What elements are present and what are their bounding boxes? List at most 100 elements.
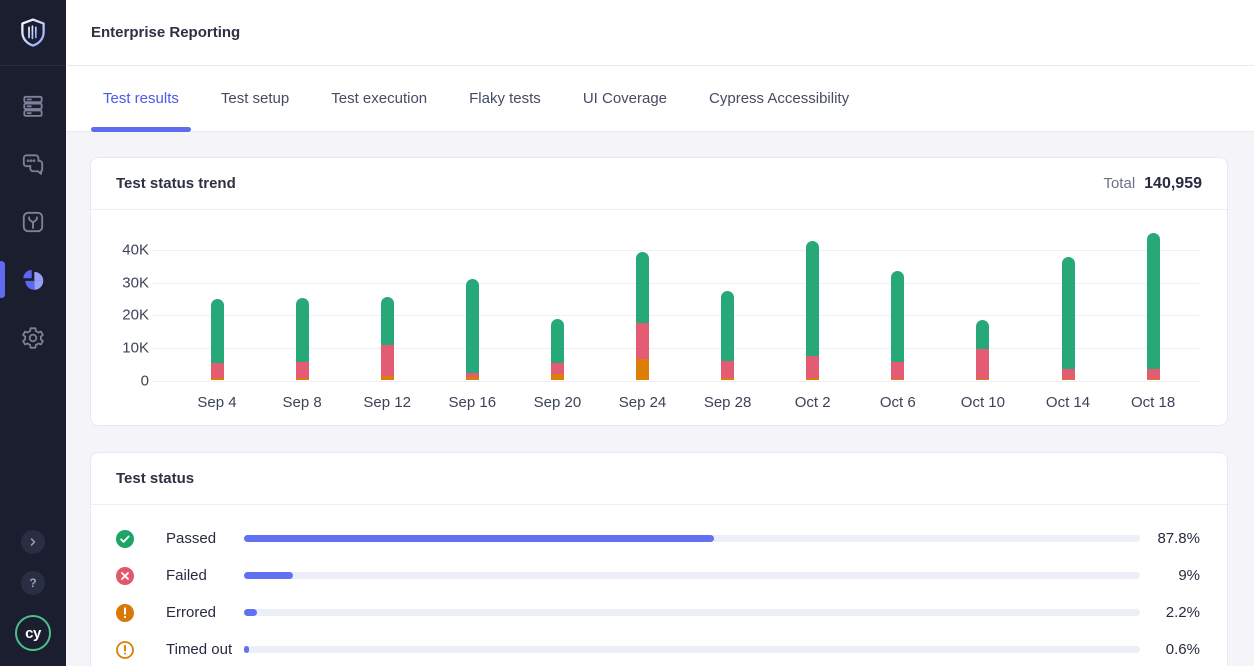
status-label: Timed out bbox=[166, 641, 244, 658]
sidebar: ? cy bbox=[0, 0, 66, 666]
bar-segment-passed bbox=[636, 252, 649, 323]
x-tick-label: Oct 6 bbox=[880, 394, 916, 411]
bar-segment-errored bbox=[636, 359, 649, 381]
trend-bar-sep-12[interactable] bbox=[381, 297, 394, 380]
y-tick-label: 10K bbox=[91, 339, 149, 356]
bar-segment-failed bbox=[721, 361, 734, 378]
gridline bbox=[153, 283, 1199, 284]
bar-segment-errored bbox=[466, 377, 479, 381]
bar-segment-failed bbox=[636, 323, 649, 359]
status-percent: 87.8% bbox=[1140, 530, 1200, 547]
gear-icon bbox=[20, 325, 46, 351]
bar-segment-failed bbox=[211, 363, 224, 378]
x-tick-label: Oct 2 bbox=[795, 394, 831, 411]
trend-bar-oct-6[interactable] bbox=[891, 271, 904, 381]
bar-segment-passed bbox=[296, 298, 309, 362]
status-progress-fill bbox=[244, 609, 257, 616]
status-row-timed-out: Timed out0.6% bbox=[116, 631, 1200, 666]
status-percent: 2.2% bbox=[1140, 604, 1200, 621]
y-tick-label: 30K bbox=[91, 274, 149, 291]
trend-card-title: Test status trend bbox=[116, 175, 236, 192]
trend-bar-oct-18[interactable] bbox=[1147, 233, 1160, 380]
tab-test-results[interactable]: Test results bbox=[91, 66, 191, 131]
total-value: 140,959 bbox=[1144, 175, 1202, 193]
status-label: Passed bbox=[166, 530, 244, 547]
tab-flaky-tests[interactable]: Flaky tests bbox=[457, 66, 553, 131]
status-row-failed: Failed9% bbox=[116, 557, 1200, 594]
bar-segment-passed bbox=[721, 291, 734, 361]
x-tick-label: Oct 14 bbox=[1046, 394, 1090, 411]
bar-segment-failed bbox=[891, 362, 904, 379]
tab-label: Flaky tests bbox=[469, 90, 541, 107]
tab-test-setup[interactable]: Test setup bbox=[209, 66, 301, 131]
bar-segment-passed bbox=[1062, 257, 1075, 369]
page-title: Enterprise Reporting bbox=[91, 24, 240, 41]
exclamation-circle-icon bbox=[116, 604, 134, 622]
expand-sidebar-button[interactable] bbox=[21, 530, 45, 554]
status-progress-track bbox=[244, 535, 1140, 542]
bar-segment-failed bbox=[806, 356, 819, 378]
y-tick-label: 40K bbox=[91, 242, 149, 259]
status-progress-track bbox=[244, 572, 1140, 579]
top-header: Enterprise Reporting bbox=[66, 0, 1254, 66]
pie-chart-icon bbox=[20, 267, 46, 293]
check-circle-icon bbox=[116, 530, 134, 548]
sidebar-item-branches[interactable] bbox=[0, 208, 66, 235]
trend-bar-sep-28[interactable] bbox=[721, 291, 734, 381]
trend-bar-oct-14[interactable] bbox=[1062, 257, 1075, 381]
cypress-logo[interactable]: cy bbox=[15, 615, 51, 651]
app-window: ? cy Enterprise Reporting Test results Te… bbox=[0, 0, 1254, 666]
bar-segment-passed bbox=[1147, 233, 1160, 369]
status-row-errored: Errored2.2% bbox=[116, 594, 1200, 631]
tab-cypress-accessibility[interactable]: Cypress Accessibility bbox=[697, 66, 861, 131]
app-logo[interactable] bbox=[0, 0, 66, 66]
trend-bar-sep-24[interactable] bbox=[636, 252, 649, 381]
tab-label: Cypress Accessibility bbox=[709, 90, 849, 107]
x-tick-label: Oct 10 bbox=[961, 394, 1005, 411]
trend-plot: 010K20K30K40KSep 4Sep 8Sep 12Sep 16Sep 2… bbox=[91, 210, 1227, 425]
server-icon bbox=[20, 93, 46, 119]
help-button[interactable]: ? bbox=[21, 571, 45, 595]
branch-box-icon bbox=[20, 209, 46, 235]
bar-segment-errored bbox=[211, 378, 224, 381]
exclamation-circle-outline-icon bbox=[116, 641, 134, 659]
bar-segment-passed bbox=[976, 320, 989, 348]
x-tick-label: Sep 16 bbox=[449, 394, 497, 411]
tab-test-execution[interactable]: Test execution bbox=[319, 66, 439, 131]
trend-bar-oct-10[interactable] bbox=[976, 320, 989, 380]
status-progress-fill bbox=[244, 572, 293, 579]
question-icon: ? bbox=[29, 576, 36, 590]
chevron-right-icon bbox=[27, 536, 39, 548]
bar-segment-failed bbox=[1062, 369, 1075, 379]
sidebar-item-settings[interactable] bbox=[0, 324, 66, 351]
sidebar-item-runs[interactable] bbox=[0, 92, 66, 119]
bar-segment-passed bbox=[551, 319, 564, 363]
bar-segment-passed bbox=[211, 299, 224, 363]
tab-label: Test setup bbox=[221, 90, 289, 107]
tab-ui-coverage[interactable]: UI Coverage bbox=[571, 66, 679, 131]
trend-bar-sep-20[interactable] bbox=[551, 319, 564, 380]
status-progress-fill bbox=[244, 535, 714, 542]
x-tick-label: Sep 12 bbox=[363, 394, 411, 411]
status-rows: Passed 87.8% Failed9%Errored2.2%Timed out0… bbox=[91, 505, 1227, 666]
tab-label: UI Coverage bbox=[583, 90, 667, 107]
sidebar-nav bbox=[0, 66, 66, 351]
y-tick-label: 0 bbox=[91, 372, 149, 389]
sidebar-item-analytics[interactable] bbox=[0, 266, 66, 293]
x-tick-label: Oct 18 bbox=[1131, 394, 1175, 411]
bar-segment-failed bbox=[976, 349, 989, 379]
page-content: Test status trend Total 140,959 010K20K3… bbox=[66, 132, 1254, 666]
cypress-cy-text: cy bbox=[25, 625, 41, 642]
gridline bbox=[153, 250, 1199, 251]
sidebar-item-discussions[interactable] bbox=[0, 150, 66, 177]
bar-segment-failed bbox=[381, 345, 394, 376]
trend-bar-sep-16[interactable] bbox=[466, 279, 479, 381]
trend-bar-oct-2[interactable] bbox=[806, 241, 819, 381]
trend-bar-sep-4[interactable] bbox=[211, 299, 224, 381]
status-row-passed: Passed 87.8% bbox=[116, 520, 1200, 557]
trend-bar-sep-8[interactable] bbox=[296, 298, 309, 380]
y-tick-label: 20K bbox=[91, 307, 149, 324]
x-tick-label: Sep 4 bbox=[197, 394, 236, 411]
test-status-trend-card: Test status trend Total 140,959 010K20K3… bbox=[90, 157, 1228, 426]
tab-label: Test results bbox=[103, 90, 179, 107]
